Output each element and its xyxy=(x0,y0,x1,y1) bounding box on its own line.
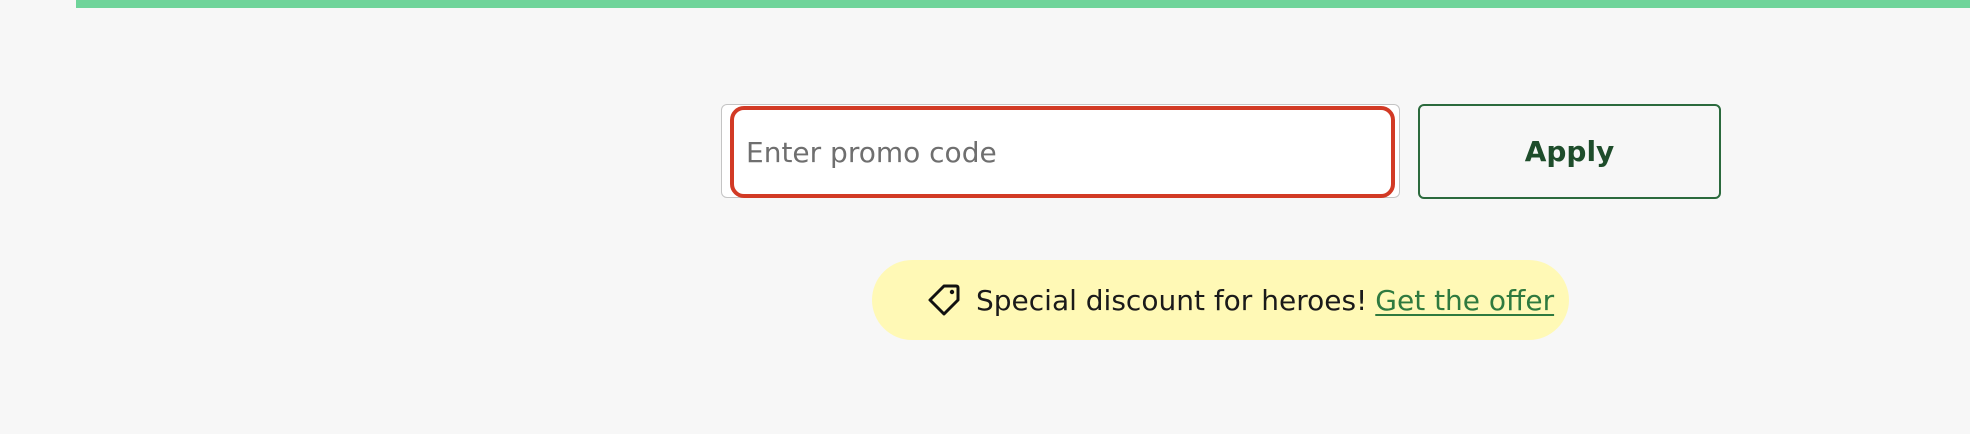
get-offer-link[interactable]: Get the offer xyxy=(1375,284,1554,317)
promo-code-input[interactable] xyxy=(730,106,1395,198)
offer-banner: Special discount for heroes! Get the off… xyxy=(872,260,1569,340)
apply-button[interactable]: Apply xyxy=(1418,104,1721,199)
offer-text: Special discount for heroes! xyxy=(976,283,1368,317)
top-accent-bar xyxy=(76,0,1970,8)
promo-code-field-wrapper xyxy=(721,104,1400,198)
tag-icon xyxy=(924,280,964,320)
